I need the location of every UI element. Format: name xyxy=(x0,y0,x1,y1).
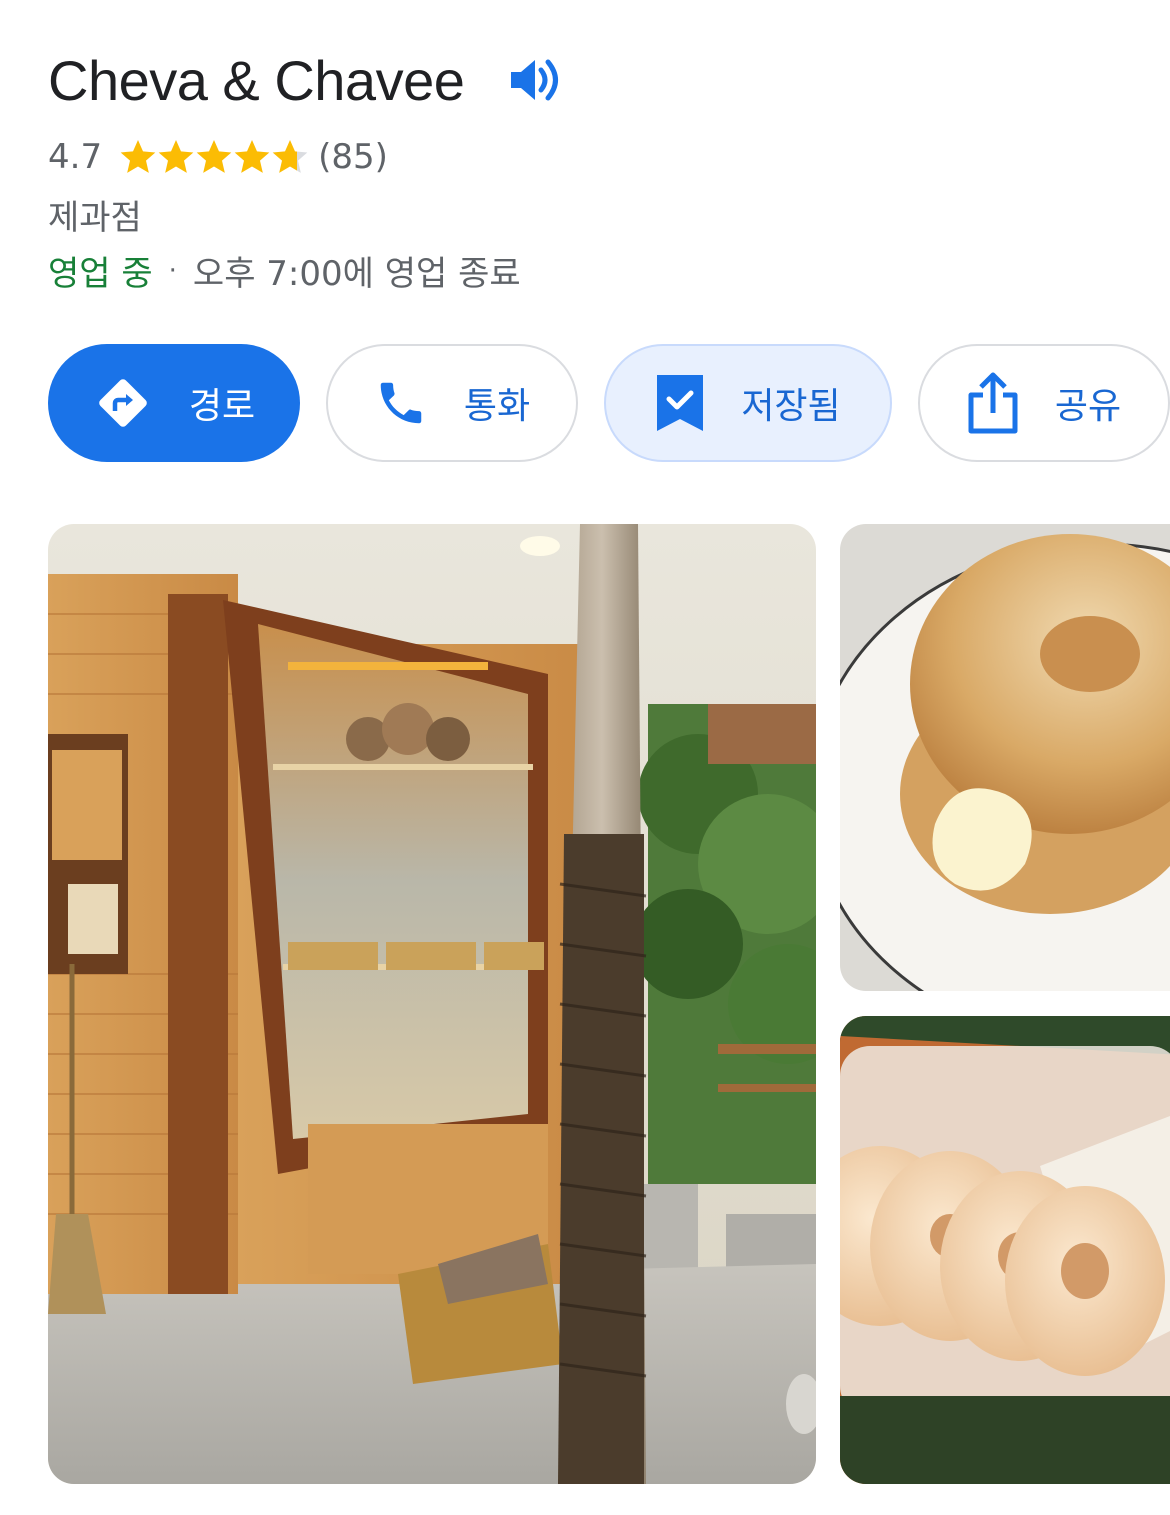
star-icon xyxy=(158,140,194,173)
saved-label: 저장됨 xyxy=(741,386,841,427)
saved-button[interactable]: 저장됨 xyxy=(604,344,892,462)
photo-donut-box[interactable] xyxy=(840,1016,1170,1484)
place-title: Cheva & Chavee xyxy=(48,48,465,112)
bookmark-check-icon xyxy=(655,373,705,433)
opening-hours[interactable]: 영업 중 · 오후 7:00에 영업 종료 xyxy=(48,246,521,295)
share-button[interactable]: 공유 xyxy=(918,344,1170,462)
place-header: Cheva & Chavee xyxy=(48,40,562,120)
star-icon xyxy=(234,140,270,173)
share-icon xyxy=(967,371,1019,435)
phone-icon xyxy=(374,376,428,430)
star-icon xyxy=(196,140,232,173)
closing-time: 오후 7:00에 영업 종료 xyxy=(192,254,521,294)
rating-value: 4.7 xyxy=(48,137,103,177)
call-button[interactable]: 통화 xyxy=(326,344,578,462)
action-buttons: 경로 통화 저장됨 공유 xyxy=(48,344,1170,462)
directions-button[interactable]: 경로 xyxy=(48,344,300,462)
place-category: 제과점 xyxy=(48,198,142,238)
directions-label: 경로 xyxy=(188,386,256,427)
photo-storefront[interactable] xyxy=(48,524,816,1484)
star-icon xyxy=(272,140,308,173)
share-label: 공유 xyxy=(1054,386,1122,427)
directions-icon xyxy=(93,373,153,433)
photo-cream-donut[interactable] xyxy=(840,524,1170,991)
speaker-icon[interactable] xyxy=(504,51,562,109)
rating-row[interactable]: 4.7 (85) xyxy=(48,134,388,180)
separator-dot: · xyxy=(168,255,177,286)
call-label: 통화 xyxy=(463,386,531,427)
star-icon xyxy=(120,140,156,173)
open-status: 영업 중 xyxy=(48,254,153,294)
review-count: (85) xyxy=(318,137,388,177)
star-rating xyxy=(118,137,308,177)
